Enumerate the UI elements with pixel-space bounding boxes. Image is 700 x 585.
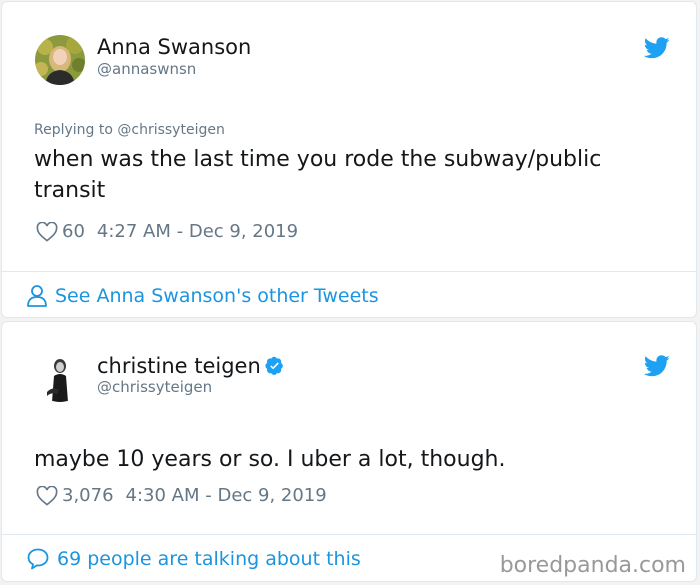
tweet-meta: 3,076 4:30 AM - Dec 9, 2019 xyxy=(36,485,327,506)
see-other-tweets-label[interactable]: See Anna Swanson's other Tweets xyxy=(55,285,379,307)
timestamp[interactable]: 4:27 AM - Dec 9, 2019 xyxy=(97,221,298,242)
conversation-link[interactable]: 69 people are talking about this xyxy=(26,547,361,571)
like-count[interactable]: 60 xyxy=(62,221,85,242)
watermark: boredpanda.com xyxy=(499,553,686,578)
twitter-bird-icon[interactable] xyxy=(643,355,670,377)
timestamp[interactable]: 4:30 AM - Dec 9, 2019 xyxy=(126,485,327,506)
tweet-text: when was the last time you rode the subw… xyxy=(34,147,602,203)
display-name-text[interactable]: christine teigen xyxy=(97,354,261,378)
verified-badge-icon xyxy=(265,356,283,375)
display-name[interactable]: christine teigen xyxy=(97,353,284,379)
twitter-bird-icon[interactable] xyxy=(643,37,670,59)
handle[interactable]: @chrissyteigen xyxy=(97,377,212,397)
avatar[interactable] xyxy=(35,352,85,402)
heart-icon[interactable] xyxy=(36,485,58,506)
see-other-tweets-link[interactable]: See Anna Swanson's other Tweets xyxy=(26,284,379,308)
tweet-card-anna: Anna Swanson @annaswnsn Replying to @chr… xyxy=(1,1,697,318)
display-name[interactable]: Anna Swanson xyxy=(97,34,251,60)
avatar[interactable] xyxy=(35,35,85,85)
person-icon xyxy=(27,285,47,307)
conversation-label[interactable]: 69 people are talking about this xyxy=(57,548,361,570)
tweet-card-christine: christine teigen @chrissyteigen maybe 10… xyxy=(1,321,697,582)
divider xyxy=(2,534,696,535)
tweet-meta: 60 4:27 AM - Dec 9, 2019 xyxy=(36,221,298,242)
replying-to[interactable]: Replying to @chrissyteigen xyxy=(34,121,225,139)
heart-icon[interactable] xyxy=(36,221,58,242)
page: Anna Swanson @annaswnsn Replying to @chr… xyxy=(0,0,700,585)
tweet-text: maybe 10 years or so. I uber a lot, thou… xyxy=(34,447,506,472)
speech-bubble-icon xyxy=(27,548,49,570)
divider xyxy=(2,271,696,272)
like-count[interactable]: 3,076 xyxy=(62,485,114,506)
handle[interactable]: @annaswnsn xyxy=(97,59,196,79)
